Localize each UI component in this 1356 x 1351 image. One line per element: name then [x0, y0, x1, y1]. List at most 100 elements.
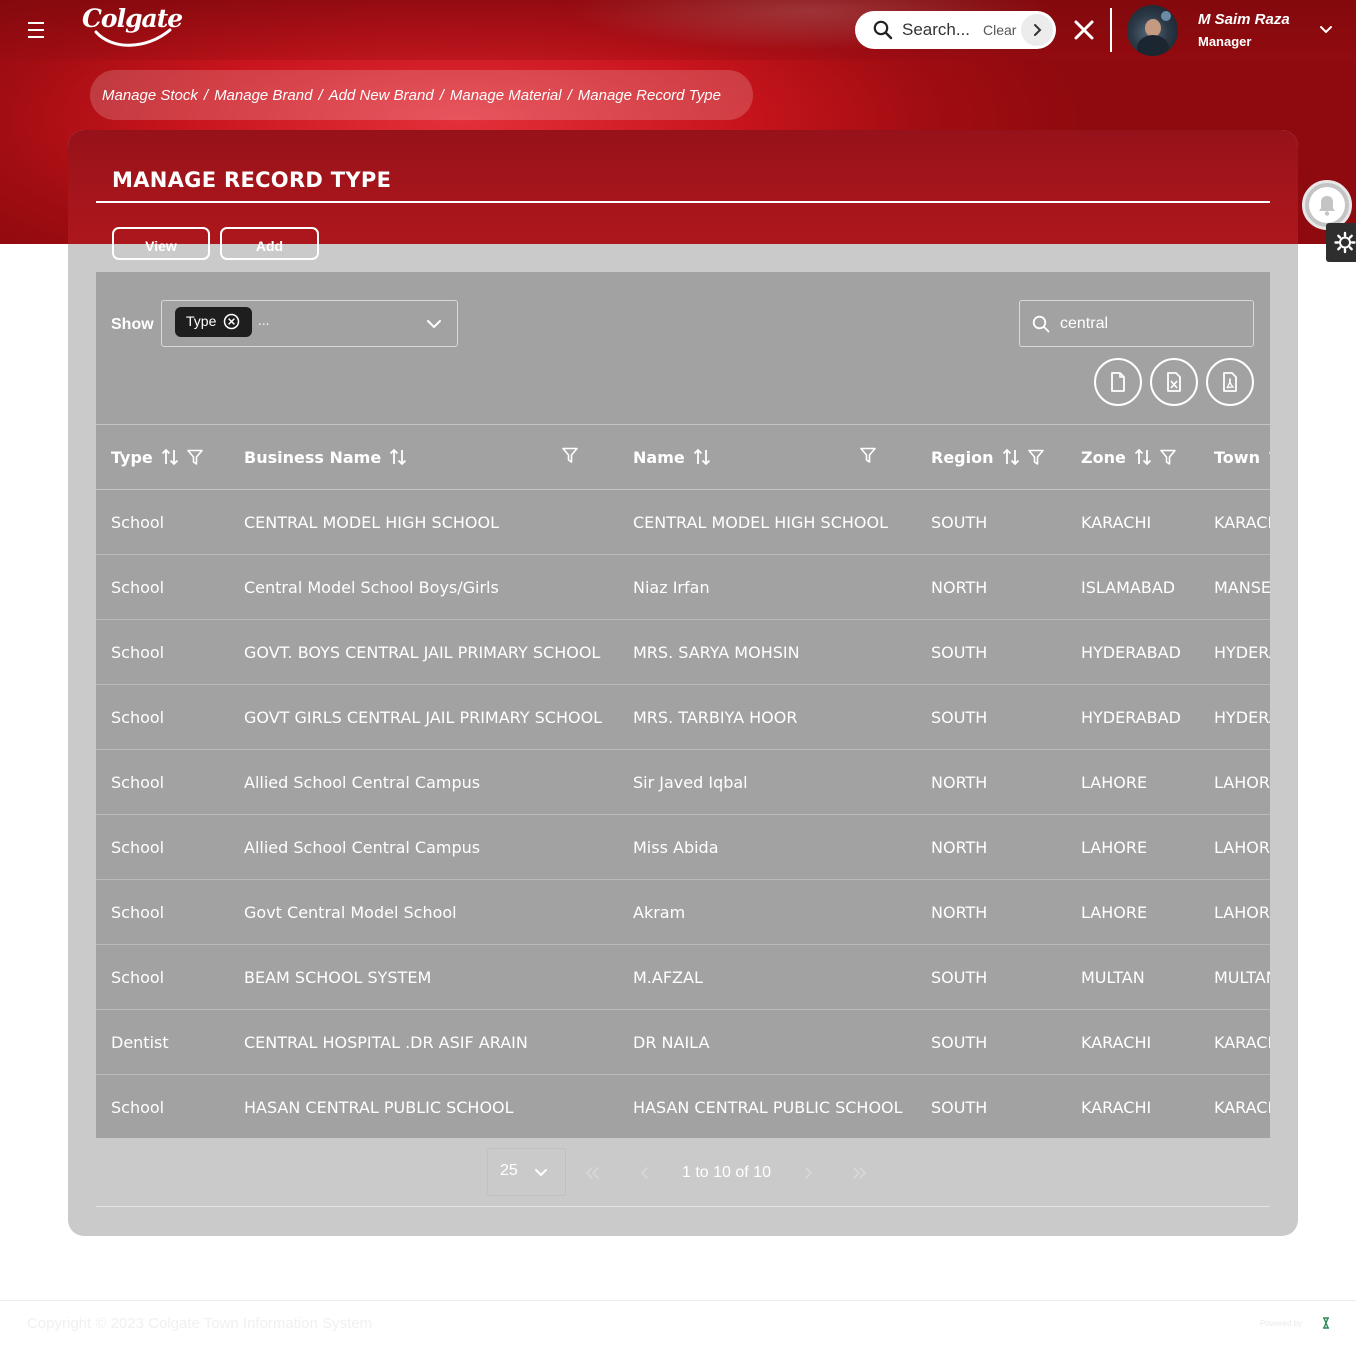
cell-zone: KARACHI: [1081, 512, 1152, 532]
chevron-down-icon[interactable]: [425, 315, 443, 333]
logo-swoosh-icon: [94, 28, 172, 47]
add-button[interactable]: Add: [220, 227, 319, 260]
cell-region: NORTH: [931, 577, 988, 597]
user-name: M Saim Raza: [1198, 11, 1290, 28]
cell-type: School: [111, 772, 165, 792]
cell-type: School: [111, 1097, 165, 1117]
table-row[interactable]: School Allied School Central Campus Sir …: [96, 750, 1270, 815]
filter-icon[interactable]: [860, 447, 876, 464]
table-row[interactable]: School Allied School Central Campus Miss…: [96, 815, 1270, 880]
col-region[interactable]: Region: [916, 424, 1066, 490]
type-chip: Type: [175, 307, 252, 337]
excel-icon: [1167, 372, 1181, 392]
col-name[interactable]: Name: [618, 424, 916, 490]
cell-region: SOUTH: [931, 1032, 988, 1052]
search-clear-button[interactable]: Clear: [983, 22, 1016, 38]
cell-zone: HYDERABAD: [1081, 642, 1181, 662]
hamburger-icon[interactable]: [28, 18, 52, 42]
table-row[interactable]: School BEAM SCHOOL SYSTEM M.AFZAL SOUTH …: [96, 945, 1270, 1010]
cell-name: Akram: [633, 902, 686, 922]
table-row[interactable]: Dentist CENTRAL HOSPITAL .DR ASIF ARAIN …: [96, 1010, 1270, 1075]
table-row[interactable]: School HASAN CENTRAL PUBLIC SCHOOL HASAN…: [96, 1075, 1270, 1139]
breadcrumb-manage-record-type[interactable]: Manage Record Type: [578, 87, 721, 104]
cell-zone: LAHORE: [1081, 837, 1148, 857]
cell-zone: ISLAMABAD: [1081, 577, 1176, 597]
table-row[interactable]: School Govt Central Model School Akram N…: [96, 880, 1270, 945]
cell-name: DR NAILA: [633, 1032, 710, 1052]
cell-region: SOUTH: [931, 642, 988, 662]
chevron-down-icon[interactable]: [1317, 21, 1335, 39]
breadcrumb-manage-stock[interactable]: Manage Stock: [102, 87, 198, 104]
footer: Copyright © 2023 Colgate Town Informatio…: [0, 1300, 1356, 1351]
settings-tab[interactable]: [1326, 223, 1356, 262]
table-row[interactable]: School CENTRAL MODEL HIGH SCHOOL CENTRAL…: [96, 490, 1270, 555]
cell-region: NORTH: [931, 837, 988, 857]
page-size-select[interactable]: 25: [487, 1148, 566, 1196]
cell-business-name: BEAM SCHOOL SYSTEM: [244, 967, 432, 987]
export-excel-button[interactable]: [1150, 358, 1198, 406]
global-search-placeholder[interactable]: Search...: [902, 20, 970, 40]
table-search[interactable]: [1019, 300, 1254, 347]
cell-business-name: GOVT. BOYS CENTRAL JAIL PRIMARY SCHOOL: [244, 642, 601, 662]
breadcrumb-add-new-brand[interactable]: Add New Brand: [329, 87, 434, 104]
prev-page-icon[interactable]: [636, 1164, 654, 1182]
breadcrumb-manage-material[interactable]: Manage Material: [450, 87, 562, 104]
cell-town: LAHORE: [1214, 837, 1270, 857]
breadcrumb-manage-brand[interactable]: Manage Brand: [214, 87, 312, 104]
sort-icon[interactable]: [1002, 448, 1020, 466]
col-zone[interactable]: Zone: [1066, 424, 1199, 490]
cell-town: KARACHI: [1214, 1097, 1270, 1117]
sort-icon[interactable]: [693, 448, 711, 466]
pagination: 25 1 to 10 of 10: [96, 1138, 1270, 1208]
first-page-icon[interactable]: [583, 1164, 601, 1182]
chip-label: Type: [186, 313, 217, 329]
cell-region: SOUTH: [931, 707, 988, 727]
copyright-text: Copyright © 2023 Colgate Town Informatio…: [27, 1315, 373, 1332]
global-search[interactable]: Search... Clear: [855, 11, 1056, 49]
cell-town: HYDERABAD: [1214, 642, 1270, 662]
search-go-button[interactable]: [1021, 14, 1053, 46]
cell-zone: KARACHI: [1081, 1032, 1152, 1052]
chevron-down-icon: [535, 1169, 547, 1177]
table-search-input[interactable]: [1060, 312, 1240, 336]
table-row[interactable]: School GOVT. BOYS CENTRAL JAIL PRIMARY S…: [96, 620, 1270, 685]
show-label: Show: [111, 316, 154, 333]
table-row[interactable]: School GOVT GIRLS CENTRAL JAIL PRIMARY S…: [96, 685, 1270, 750]
col-type[interactable]: Type: [96, 424, 229, 490]
cell-zone: MULTAN: [1081, 967, 1145, 987]
pdf-icon: [1223, 372, 1237, 392]
last-page-icon[interactable]: [851, 1164, 869, 1182]
filter-icon[interactable]: [186, 449, 203, 466]
sort-icon[interactable]: [161, 448, 179, 466]
col-business-name[interactable]: Business Name: [229, 424, 618, 490]
title-underline: [96, 201, 1270, 203]
close-icon[interactable]: [1072, 18, 1096, 42]
cell-business-name: GOVT GIRLS CENTRAL JAIL PRIMARY SCHOOL: [244, 707, 603, 727]
page-info: 1 to 10 of 10: [682, 1164, 771, 1181]
cell-town: KARACHI: [1214, 512, 1270, 532]
colgate-logo[interactable]: Colgate: [82, 4, 192, 52]
sort-icon[interactable]: [389, 448, 407, 466]
filter-icon[interactable]: [562, 447, 578, 464]
export-file-button[interactable]: [1094, 358, 1142, 406]
next-page-icon[interactable]: [799, 1164, 817, 1182]
column-select[interactable]: Type ...: [161, 300, 458, 347]
cell-business-name: CENTRAL MODEL HIGH SCHOOL: [244, 512, 499, 532]
cell-business-name: CENTRAL HOSPITAL .DR ASIF ARAIN: [244, 1032, 528, 1052]
sort-icon[interactable]: [1268, 448, 1270, 466]
chevron-right-icon: [1034, 24, 1042, 36]
sort-icon[interactable]: [1134, 448, 1152, 466]
view-button[interactable]: View: [112, 227, 210, 260]
col-town[interactable]: Town: [1199, 424, 1270, 490]
export-pdf-button[interactable]: [1206, 358, 1254, 406]
remove-chip-icon[interactable]: [223, 313, 240, 330]
avatar[interactable]: [1127, 5, 1178, 56]
top-bar: Colgate Search... Clear M Saim Raza Mana…: [0, 0, 1356, 60]
table-row[interactable]: School Central Model School Boys/Girls N…: [96, 555, 1270, 620]
filter-icon[interactable]: [1027, 449, 1044, 466]
filter-icon[interactable]: [1160, 449, 1176, 466]
cell-town: KARACHI: [1214, 1032, 1270, 1052]
cell-region: SOUTH: [931, 967, 988, 987]
powered-by-logo-icon[interactable]: [1321, 1317, 1331, 1329]
cell-name: Sir Javed Iqbal: [633, 772, 748, 792]
